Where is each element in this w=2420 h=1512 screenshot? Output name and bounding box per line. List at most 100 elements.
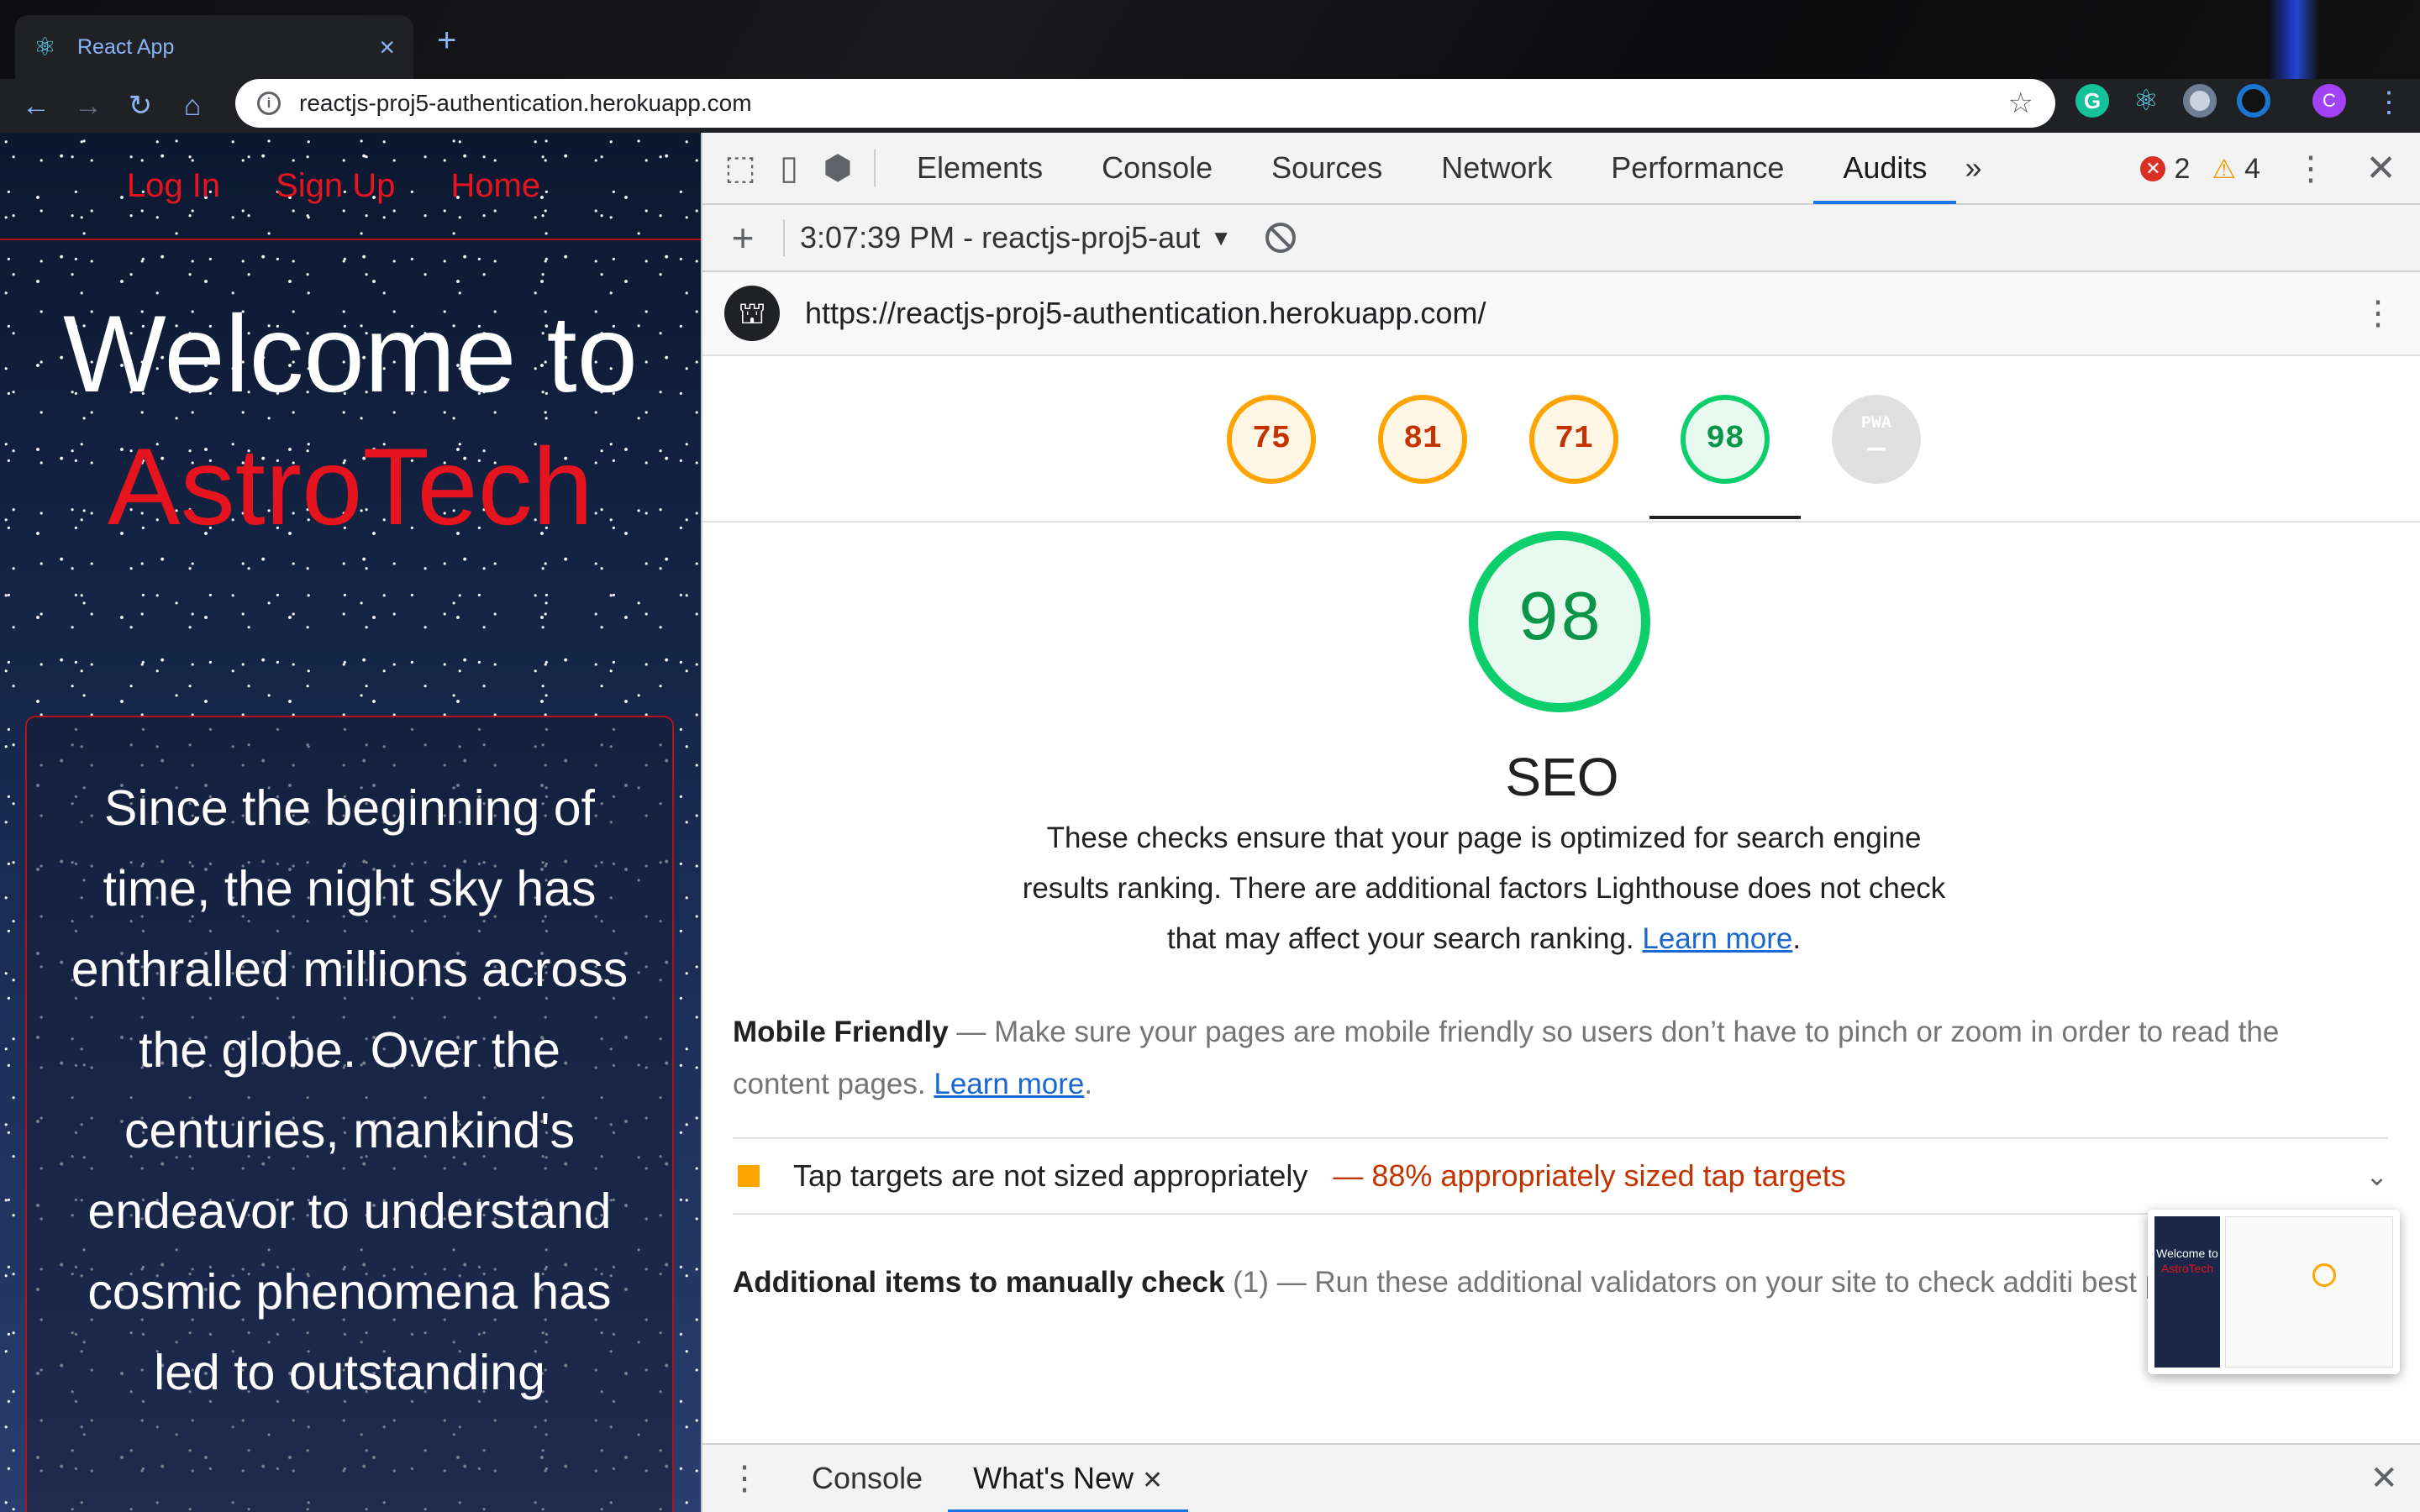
toolbar-divider [783,219,785,256]
audited-url: https://reactjs-proj5-authentication.her… [805,296,1486,330]
address-url[interactable]: reactjs-proj5-authentication.herokuapp.c… [299,90,2008,117]
pwa-label: PWA [1860,414,1891,433]
thumbnail-devtools [2225,1216,2393,1368]
site-nav: Log In Sign Up Home [0,133,701,240]
lighthouse-cube-icon[interactable]: ⬢ [813,144,862,192]
more-tabs-icon[interactable]: » [1956,132,1990,204]
close-devtools-icon[interactable]: ✕ [2365,133,2396,205]
react-icon: ⚛ [34,33,56,61]
close-drawer-tab-icon[interactable]: ✕ [1142,1467,1163,1494]
inspect-element-icon[interactable]: ⬚ [716,144,765,192]
category-title: SEO [1505,747,1619,807]
average-score-icon [738,1165,760,1187]
group-title: Mobile Friendly [733,1016,949,1048]
chevron-down-icon[interactable]: ⌄ [2365,1160,2388,1192]
react-devtools-icon[interactable]: ⚛ [2129,84,2163,118]
new-audit-icon[interactable]: + [702,215,783,260]
drawer-tab-whats-new[interactable]: What's New ✕ [948,1444,1189,1512]
nav-login-link[interactable]: Log In [127,167,220,205]
devtools-panel: ⬚ ▯ ⬢ Elements Console Sources Network P… [701,133,2420,1512]
group-title: Additional items to manually check [733,1266,1225,1299]
clear-reports-icon[interactable] [1265,223,1296,253]
score-gauge[interactable]: 75 [1227,395,1316,484]
forward-icon[interactable]: → [62,90,114,123]
group-count: (1) [1233,1266,1269,1299]
new-tab-button[interactable]: + [437,22,456,60]
devtools-tabbar: ⬚ ▯ ⬢ Elements Console Sources Network P… [702,133,2420,205]
score-gauge[interactable]: 81 [1378,395,1467,484]
learn-more-link[interactable]: Learn more [934,1068,1084,1100]
browser-toolbar: ← → ↻ ⌂ i reactjs-proj5-authentication.h… [0,79,2420,133]
audit-title: Tap targets are not sized appropriately [793,1158,1308,1193]
score-gauge[interactable]: 98 [1681,395,1770,484]
chrome-menu-icon[interactable]: ⋮ [2363,86,2415,119]
category-description-text: These checks ensure that your page is op… [1022,822,1946,955]
category-description: These checks ensure that your page is op… [1022,822,1946,955]
drawer-tab-console[interactable]: Console [786,1444,948,1512]
nav-home-link[interactable]: Home [450,167,540,205]
extension-icon[interactable] [2183,84,2217,118]
thumbnail-page: Welcome to AstroTech [2154,1216,2220,1368]
toolbar-divider [874,150,876,186]
tab-audits[interactable]: Audits [1813,132,1957,204]
address-bar[interactable]: i reactjs-proj5-authentication.herokuapp… [235,79,2055,128]
score-gauges: 75 81 71 98 PWA — [702,356,2420,522]
pwa-badge[interactable]: PWA — [1832,395,1921,484]
tab-console[interactable]: Console [1072,132,1242,204]
audits-toolbar: + 3:07:39 PM - reactjs-proj5-aut ▼ [702,205,2420,272]
manual-check-group: Additional items to manually check (1) —… [733,1266,2271,1299]
learn-more-link[interactable]: Learn more [1642,922,1792,955]
thumbnail-title: Welcome to [2156,1247,2218,1260]
warning-count: 4 [2244,152,2260,185]
error-icon: ✕ [2140,156,2166,181]
category-score: 98 [1469,531,1650,712]
profile-avatar[interactable]: C [2312,84,2346,118]
hero-title: Welcome to [63,292,638,415]
grammarly-icon[interactable]: G [2075,84,2109,118]
site-info-icon[interactable]: i [257,92,281,115]
hero-brand: AstroTech [107,425,594,548]
close-tab-icon[interactable]: × [379,32,395,63]
report-url-bar: ⛫ https://reactjs-proj5-authentication.h… [702,272,2420,356]
close-drawer-icon[interactable]: ✕ [2370,1459,2398,1498]
group-description: Run these additional validators on your … [1314,1266,2271,1299]
extension-icon[interactable] [2237,84,2270,118]
audit-display-text: 88% appropriately sized tap targets [1371,1158,1846,1193]
report-select[interactable]: 3:07:39 PM - reactjs-proj5-aut [800,220,1200,255]
warning-icon: ⚠ [2212,154,2237,184]
nav-signup-link[interactable]: Sign Up [276,167,395,205]
tab-sources[interactable]: Sources [1242,132,1412,204]
screenshot-thumbnail[interactable]: Welcome to AstroTech [2148,1210,2400,1374]
tab-strip: ⚛ React App × + [0,0,2420,79]
intro-text: Since the beginning of time, the night s… [71,780,629,1400]
tab-title: React App [77,34,175,59]
reload-icon[interactable]: ↻ [114,89,166,123]
tab-performance[interactable]: Performance [1581,132,1813,204]
bookmark-star-icon[interactable]: ☆ [2008,87,2033,120]
tab-network[interactable]: Network [1412,132,1581,204]
drawer-tab-whats-new-label: What's New [973,1461,1134,1495]
thumbnail-gauge-icon [2312,1263,2336,1287]
score-gauge[interactable]: 71 [1529,395,1618,484]
error-count: 2 [2174,152,2191,185]
website-viewport: Log In Sign Up Home Welcome to AstroTech… [0,133,701,1512]
thumbnail-brand: AstroTech [2160,1262,2214,1275]
pwa-dash-icon: — [1867,432,1886,466]
back-icon[interactable]: ← [10,90,62,123]
tab-elements[interactable]: Elements [887,132,1072,204]
active-gauge-indicator [1649,516,1801,519]
report-menu-icon[interactable]: ⋮ [2361,294,2395,333]
audit-display-value: — 88% appropriately sized tap targets [1333,1158,1846,1193]
browser-tab[interactable]: ⚛ React App × [15,15,413,79]
mobile-friendly-group: Mobile Friendly — Make sure your pages a… [733,1016,2280,1100]
lighthouse-logo-icon: ⛫ [724,286,780,341]
tap-targets-audit[interactable]: Tap targets are not sized appropriately … [733,1137,2388,1215]
devtools-drawer-tabbar: ⋮ Console What's New ✕ ✕ [702,1443,2420,1512]
home-icon[interactable]: ⌂ [166,90,218,123]
chevron-down-icon[interactable]: ▼ [1210,225,1232,251]
intro-card: Since the beginning of time, the night s… [25,716,674,1512]
drawer-menu-icon[interactable]: ⋮ [702,1459,786,1498]
console-counts[interactable]: ✕ 2 ⚠ 4 [2140,133,2260,205]
devtools-menu-icon[interactable]: ⋮ [2294,133,2328,205]
device-toolbar-icon[interactable]: ▯ [765,144,813,192]
